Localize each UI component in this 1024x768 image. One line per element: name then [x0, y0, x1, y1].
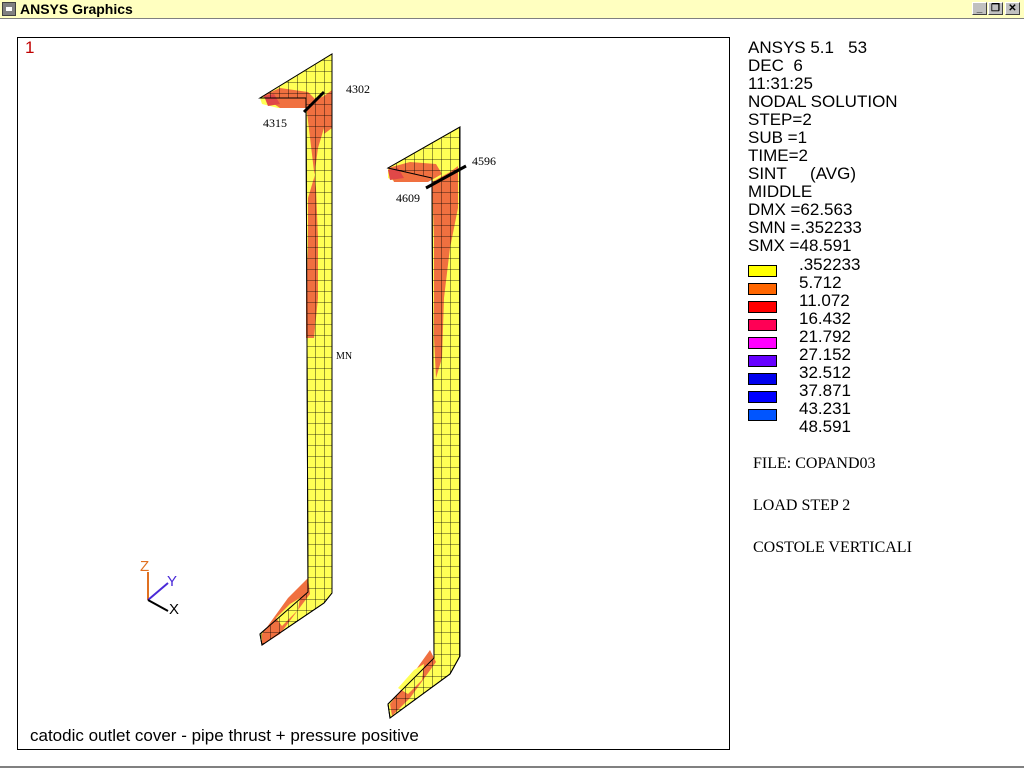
info-line: STEP=2: [748, 110, 812, 129]
solution-info-panel: ANSYS 5.1 53 DEC 6 11:31:25 NODAL SOLUTI…: [748, 39, 898, 255]
info-line: SUB =1: [748, 128, 808, 147]
info-line: NODAL SOLUTION: [748, 92, 898, 111]
close-button[interactable]: ✕: [1005, 2, 1020, 15]
legend-swatch: [748, 319, 777, 331]
window-number: 1: [25, 38, 35, 57]
info-line: ANSYS 5.1 53: [748, 38, 868, 57]
legend-swatch: [748, 301, 777, 313]
legend-swatch: [748, 283, 777, 295]
title-bar[interactable]: ANSYS Graphics _ ❐ ✕: [0, 0, 1024, 19]
info-line: MIDDLE: [748, 182, 813, 201]
legend-swatch: [748, 355, 777, 367]
legend-value: 32.512: [799, 363, 851, 382]
node-label-4609: 4609: [396, 191, 420, 205]
legend-value: .352233: [799, 255, 861, 274]
info-line: SINT (AVG): [748, 164, 856, 183]
right-rib-model: [386, 126, 467, 719]
minimize-button[interactable]: _: [972, 2, 987, 15]
legend-swatch: [748, 409, 777, 421]
legend-value: 37.871: [799, 381, 851, 400]
axis-y-label: Y: [167, 573, 177, 590]
info-line: DEC 6: [748, 56, 803, 75]
legend-value: 27.152: [799, 345, 851, 364]
info-line: SMN =.352233: [748, 218, 862, 237]
node-label-4302: 4302: [346, 82, 370, 96]
title-note: COSTOLE VERTICALI: [753, 539, 912, 556]
load-step-note: LOAD STEP 2: [753, 497, 851, 514]
graphics-viewport[interactable]: 4302 4315 4596 4609 MN Z Y X 1 catodic o…: [17, 37, 730, 750]
left-rib-model: [258, 53, 333, 646]
legend-swatch: [748, 391, 777, 403]
legend-value: 16.432: [799, 309, 851, 328]
plot-caption: catodic outlet cover - pipe thrust + pre…: [30, 726, 419, 745]
file-note: FILE: COPAND03: [753, 455, 876, 472]
legend-swatch: [748, 337, 777, 349]
axis-x-label: X: [169, 601, 179, 618]
app-icon[interactable]: [2, 2, 16, 16]
axis-triad: Z Y X: [140, 558, 179, 618]
legend-value: 5.712: [799, 273, 842, 292]
window-title: ANSYS Graphics: [20, 1, 133, 17]
info-line: 11:31:25: [748, 74, 813, 93]
info-line: SMX =48.591: [748, 236, 852, 255]
legend-value: 11.072: [799, 291, 850, 310]
restore-button[interactable]: ❐: [988, 2, 1003, 15]
info-line: DMX =62.563: [748, 200, 853, 219]
node-label-4315: 4315: [263, 116, 287, 130]
legend-value: 48.591: [799, 417, 851, 436]
node-label-min: MN: [336, 351, 352, 362]
axis-z-label: Z: [140, 558, 149, 575]
legend-swatch: [748, 265, 777, 277]
info-line: TIME=2: [748, 146, 808, 165]
legend-swatch: [748, 373, 777, 385]
node-label-4596: 4596: [472, 154, 496, 168]
legend-value: 43.231: [799, 399, 851, 418]
model-plot: 4302 4315 4596 4609 MN Z Y X: [140, 53, 496, 719]
legend-value: 21.792: [799, 327, 851, 346]
